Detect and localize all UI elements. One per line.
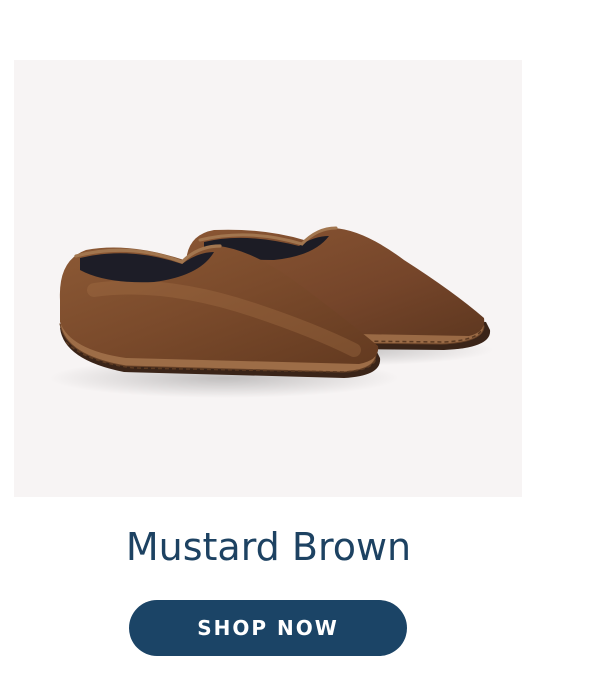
product-image[interactable] <box>14 60 522 497</box>
slipper-pair-illustration <box>49 226 494 398</box>
shop-now-button[interactable]: SHOP NOW <box>129 600 407 656</box>
product-name[interactable]: Mustard Brown <box>0 520 537 574</box>
product-card: Mustard Brown SHOP NOW <box>0 0 600 687</box>
